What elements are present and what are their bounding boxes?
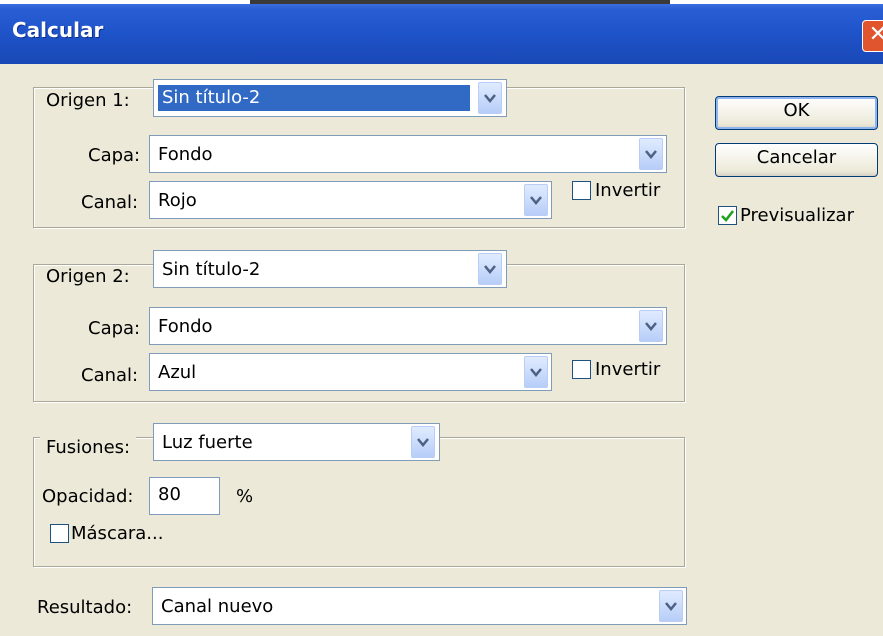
- chevron-down-icon[interactable]: [478, 82, 502, 114]
- blending-mode-value: Luz fuerte: [162, 432, 253, 453]
- source1-layer-select[interactable]: Fondo: [149, 135, 667, 173]
- source2-origin-select[interactable]: Sin título-2: [153, 250, 507, 288]
- source1-layer-value: Fondo: [158, 144, 213, 165]
- ok-button[interactable]: OK: [715, 96, 878, 130]
- source2-layer-value: Fondo: [158, 316, 213, 337]
- blending-mode-label: Fusiones:: [40, 437, 137, 459]
- preview-label: Previsualizar: [740, 205, 854, 226]
- mask-label: Máscara...: [71, 523, 164, 544]
- chevron-down-icon[interactable]: [524, 184, 548, 216]
- source2-channel-value: Azul: [158, 362, 197, 383]
- source2-channel-select[interactable]: Azul: [149, 353, 552, 391]
- source1-channel-label: Canal:: [81, 192, 139, 213]
- chevron-down-icon[interactable]: [659, 590, 683, 622]
- source1-origin-label: Origen 1:: [40, 90, 136, 112]
- chevron-down-icon[interactable]: [639, 138, 663, 170]
- source1-channel-select[interactable]: Rojo: [149, 181, 552, 219]
- source1-origin-select[interactable]: Sin título-2: [153, 79, 507, 117]
- result-value: Canal nuevo: [161, 596, 274, 617]
- opacity-input[interactable]: 80: [149, 477, 220, 515]
- blending-mode-select[interactable]: Luz fuerte: [153, 423, 440, 461]
- preview-checkbox[interactable]: [718, 206, 737, 225]
- source1-invert-label: Invertir: [595, 180, 661, 201]
- dialog-title: Calcular: [12, 18, 104, 42]
- close-button[interactable]: ✕: [862, 20, 883, 52]
- source1-layer-label: Capa:: [88, 145, 141, 166]
- source2-invert-checkbox[interactable]: [572, 360, 591, 379]
- source2-origin-label: Origen 2:: [40, 266, 136, 288]
- chevron-down-icon[interactable]: [639, 310, 663, 342]
- source2-origin-value: Sin título-2: [162, 259, 261, 280]
- mask-checkbox[interactable]: [50, 524, 69, 543]
- cancel-button[interactable]: Cancelar: [715, 143, 878, 177]
- source2-layer-select[interactable]: Fondo: [149, 307, 667, 345]
- top-edge: [0, 0, 883, 4]
- title-bar: Calcular ✕: [0, 0, 883, 64]
- source2-channel-label: Canal:: [81, 365, 139, 386]
- source2-layer-label: Capa:: [88, 318, 141, 339]
- result-select[interactable]: Canal nuevo: [152, 587, 687, 625]
- chevron-down-icon[interactable]: [524, 356, 548, 388]
- source2-invert-label: Invertir: [595, 359, 661, 380]
- source1-origin-value: Sin título-2: [158, 85, 470, 111]
- result-label: Resultado:: [37, 597, 133, 618]
- opacity-label: Opacidad:: [42, 486, 134, 507]
- chevron-down-icon[interactable]: [411, 426, 435, 458]
- check-icon: [721, 210, 735, 222]
- opacity-unit: %: [236, 486, 254, 507]
- chevron-down-icon[interactable]: [478, 253, 502, 285]
- source1-channel-value: Rojo: [158, 190, 197, 211]
- source1-invert-checkbox[interactable]: [572, 181, 591, 200]
- opacity-value: 80: [158, 484, 181, 505]
